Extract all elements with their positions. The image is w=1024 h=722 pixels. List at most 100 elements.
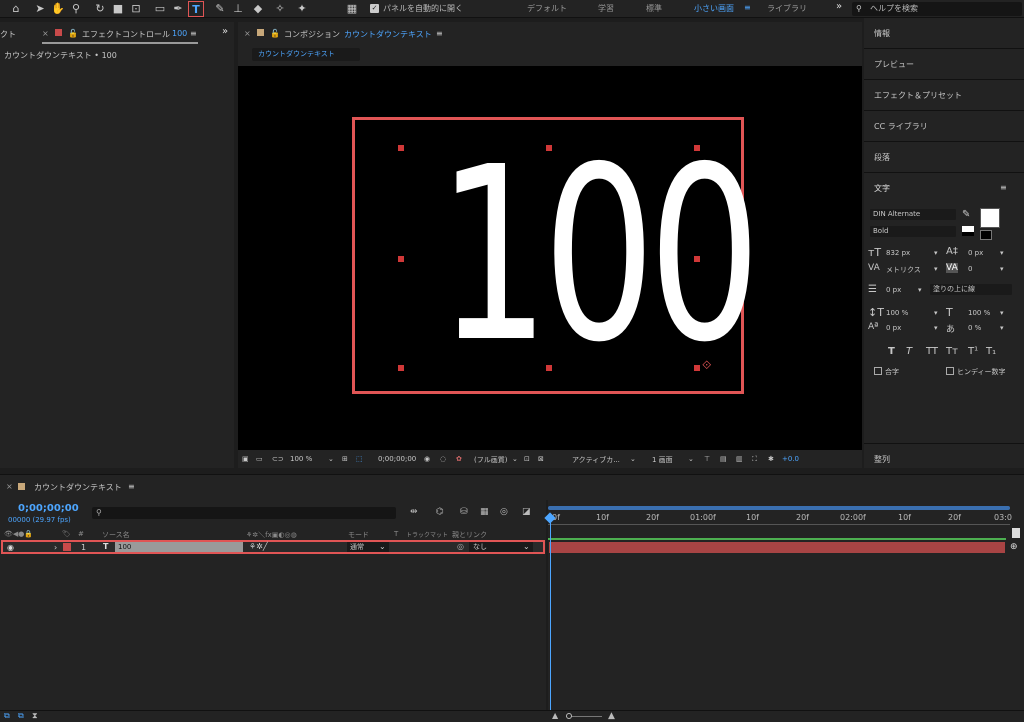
stroke-color-swatch[interactable] — [980, 230, 992, 240]
camera-view-select[interactable]: アクティブカ... — [572, 455, 620, 465]
panel-arrange-icon[interactable]: ▦ — [344, 1, 360, 17]
pan-behind-tool-icon[interactable]: ⊡ — [128, 1, 144, 17]
composition-viewer[interactable]: 100 ⟐ — [238, 66, 862, 450]
align-panel-item[interactable]: 整列 — [874, 454, 890, 465]
effects-presets-panel-item[interactable]: エフェクト＆プリセット — [874, 90, 962, 101]
stroke-width-value[interactable]: 0 px — [886, 286, 901, 294]
comp-button-icon[interactable]: ⊕ — [1010, 542, 1018, 552]
stroke-mode-select[interactable]: 塗りの上に線 — [930, 284, 1012, 295]
bounding-handle[interactable] — [546, 365, 552, 371]
reset-exposure-icon[interactable]: ✱ — [768, 455, 774, 463]
default-colors-icon[interactable] — [962, 226, 974, 236]
font-style-select[interactable]: Bold — [870, 226, 956, 237]
project-tab-label[interactable]: クト — [0, 29, 16, 40]
pen-tool-icon[interactable]: ✒ — [170, 1, 186, 17]
clone-stamp-tool-icon[interactable]: ⊥ — [230, 1, 246, 17]
expand-chevron-icon[interactable]: › — [54, 543, 57, 552]
roto-brush-tool-icon[interactable]: ✧ — [272, 1, 288, 17]
font-family-select[interactable]: DIN Alternate — [870, 209, 956, 220]
eyedropper-icon[interactable]: ✎ — [962, 209, 970, 220]
zoom-slider-thumb[interactable] — [566, 713, 572, 719]
layer-label-color[interactable] — [63, 543, 71, 551]
eraser-tool-icon[interactable]: ◆ — [250, 1, 266, 17]
timeline-icon[interactable]: ▥ — [736, 455, 743, 463]
workspace-menu-icon[interactable]: ≡ — [744, 3, 751, 12]
comp-flowchart-icon[interactable]: ⛶ — [752, 455, 757, 464]
stretch-toggle-icon[interactable]: ⧗ — [32, 711, 38, 721]
countdown-text-layer[interactable]: 100 — [437, 120, 761, 390]
fast-preview-icon[interactable]: ⊡ — [524, 455, 530, 463]
zoom-tool-icon[interactable]: ⚲ — [68, 1, 84, 17]
pickwhip-icon[interactable]: ◎ — [457, 542, 464, 551]
snapshot-icon[interactable]: ◉ — [424, 455, 430, 463]
tsume-value[interactable]: 0 % — [968, 324, 981, 332]
panel-menu-icon[interactable]: ≡ — [1000, 183, 1007, 192]
workspace-more-button[interactable]: » — [836, 1, 842, 12]
eye-icon[interactable]: ◉ — [7, 543, 14, 552]
show-snapshot-icon[interactable]: ◌ — [440, 455, 446, 463]
toggle-pixel-icon[interactable]: ⊤ — [704, 455, 710, 463]
layer-name[interactable]: 100 — [115, 542, 243, 552]
lock-icon[interactable]: 🔓 — [270, 29, 280, 38]
zoom-level-select[interactable]: 100 % — [290, 455, 312, 463]
selection-tool-icon[interactable]: ➤ — [32, 1, 48, 17]
region-icon[interactable]: ⬚ — [356, 455, 363, 463]
composition-tab-name[interactable]: カウントダウンテキスト — [344, 29, 432, 40]
exposure-value[interactable]: +0.0 — [782, 455, 799, 463]
cc-libraries-panel-item[interactable]: CC ライブラリ — [874, 121, 928, 132]
transfer-controls-toggle-icon[interactable]: ⧉ — [18, 711, 24, 721]
rotate-tool-icon[interactable]: ↻ — [92, 1, 108, 17]
close-tab-icon[interactable]: × — [244, 29, 251, 38]
work-area-bar[interactable] — [548, 506, 1010, 510]
subscript-button[interactable]: T₁ — [986, 346, 996, 357]
bounding-handle[interactable] — [694, 365, 700, 371]
view-layout-select[interactable]: 1 画面 — [652, 455, 673, 465]
timeline-current-time[interactable]: 0;00;00;00 — [18, 503, 79, 514]
layer-switches-toggle-icon[interactable]: ⧉ — [4, 711, 10, 721]
graph-editor-icon[interactable]: ◪ — [522, 507, 531, 517]
bounding-handle[interactable] — [398, 256, 404, 262]
panel-more-button[interactable]: » — [222, 26, 228, 37]
shy-layers-icon[interactable]: ⛁ — [460, 507, 468, 517]
composition-breadcrumb[interactable]: カウントダウンテキスト — [252, 48, 360, 61]
workspace-libraries[interactable]: ライブラリ — [767, 3, 807, 14]
grid-icon[interactable]: ⊞ — [342, 455, 348, 463]
always-preview-icon[interactable]: ▣ — [242, 455, 249, 463]
help-search-input[interactable]: ⚲ ヘルプを検索 — [852, 2, 1022, 16]
bounding-handle[interactable] — [546, 145, 552, 151]
hindi-digits-checkbox[interactable] — [946, 367, 954, 375]
workspace-small-screen[interactable]: 小さい画面 — [694, 3, 734, 14]
workspace-default[interactable]: デフォルト — [527, 3, 567, 14]
bounding-handle[interactable] — [398, 365, 404, 371]
transparency-grid-icon[interactable]: ⊠ — [538, 455, 544, 463]
ligature-checkbox[interactable] — [874, 367, 882, 375]
leading-value[interactable]: 0 px — [968, 249, 983, 257]
brush-tool-icon[interactable]: ✎ — [212, 1, 228, 17]
fill-color-swatch[interactable] — [980, 208, 1000, 228]
frame-blending-icon[interactable]: ▦ — [480, 507, 489, 517]
resolution-select[interactable]: (フル画質) — [474, 455, 507, 465]
bounding-handle[interactable] — [398, 145, 404, 151]
composition-tab-prefix[interactable]: コンポジション — [284, 29, 340, 40]
hand-tool-icon[interactable]: ✋ — [50, 1, 66, 17]
info-panel-item[interactable]: 情報 — [874, 28, 890, 39]
draft-3d-icon[interactable]: ⌬ — [436, 507, 444, 517]
panel-menu-icon[interactable]: ≡ — [436, 29, 443, 38]
vertical-scale-value[interactable]: 100 % — [886, 309, 908, 317]
display-icon[interactable]: ▭ — [256, 455, 263, 463]
end-marker[interactable] — [1012, 528, 1020, 538]
panel-menu-icon[interactable]: ≡ — [128, 482, 135, 491]
type-tool-icon[interactable]: T — [188, 1, 204, 17]
timeline-search-input[interactable]: ⚲ — [92, 507, 396, 519]
paragraph-panel-item[interactable]: 段落 — [874, 152, 890, 163]
bounding-handle[interactable] — [694, 145, 700, 151]
source-name-header[interactable]: ソース名 — [102, 530, 130, 540]
comp-mini-flowchart-icon[interactable]: ⇹ — [410, 507, 418, 517]
workspace-standard[interactable]: 標準 — [646, 3, 662, 14]
mask-icon[interactable]: ⊂⊃ — [272, 455, 284, 463]
auto-open-panel-checkbox[interactable]: ✓ — [370, 4, 379, 13]
close-tab-icon[interactable]: × — [42, 29, 49, 38]
all-caps-button[interactable]: TT — [926, 346, 938, 357]
faux-italic-button[interactable]: T — [906, 346, 912, 357]
zoom-in-icon[interactable]: ▲ — [608, 711, 615, 721]
